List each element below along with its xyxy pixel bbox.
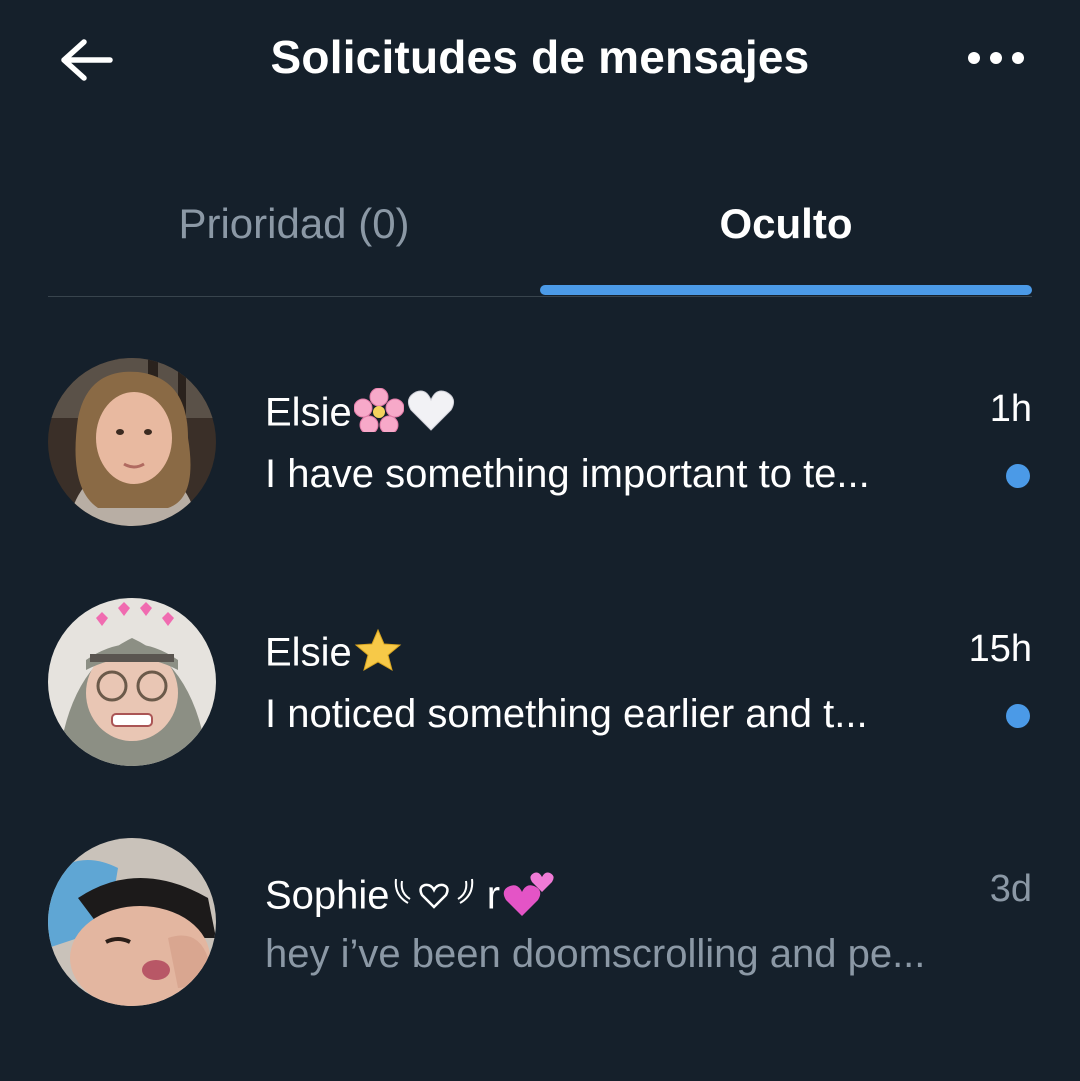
timestamp: 15h	[968, 628, 1032, 670]
conversation-row[interactable]: Elsie 1h I have something important to t…	[48, 358, 1032, 528]
message-preview: I have something important to te...	[265, 452, 870, 496]
two-hearts-icon	[502, 868, 556, 928]
message-preview: I noticed something earlier and t...	[265, 692, 868, 736]
message-preview: hey i’ve been doomscrolling and pe...	[265, 932, 926, 976]
avatar	[48, 358, 216, 526]
tab-oculto[interactable]: Oculto	[540, 180, 1032, 290]
more-options-button[interactable]	[964, 38, 1028, 78]
conversation-row[interactable]: Sophie r 3d hey i’ve been doomscrolling …	[48, 838, 1032, 1008]
timestamp: 1h	[989, 388, 1032, 430]
sender-name: Sophie r	[265, 868, 556, 928]
sender-name: Elsie	[265, 628, 402, 682]
star-icon	[354, 628, 402, 682]
tab-prioridad[interactable]: Prioridad (0)	[48, 180, 540, 290]
sender-name: Elsie	[265, 387, 456, 442]
active-tab-indicator	[540, 285, 1032, 295]
avatar	[48, 838, 216, 1006]
white-heart-icon	[406, 388, 456, 442]
tab-divider	[48, 296, 1032, 297]
timestamp: 3d	[989, 868, 1032, 910]
tab-bar: Prioridad (0) Oculto	[48, 180, 1032, 298]
more-horizontal-icon	[968, 52, 1024, 64]
top-bar: Solicitudes de mensajes	[0, 0, 1080, 120]
avatar	[48, 598, 216, 766]
unread-indicator	[1006, 464, 1030, 488]
angel-wings-heart-icon	[392, 873, 476, 923]
page-title: Solicitudes de mensajes	[270, 31, 810, 83]
unread-indicator	[1006, 704, 1030, 728]
conversation-row[interactable]: Elsie 15h I noticed something earlier an…	[48, 598, 1032, 768]
cherry-blossom-icon	[353, 387, 405, 442]
